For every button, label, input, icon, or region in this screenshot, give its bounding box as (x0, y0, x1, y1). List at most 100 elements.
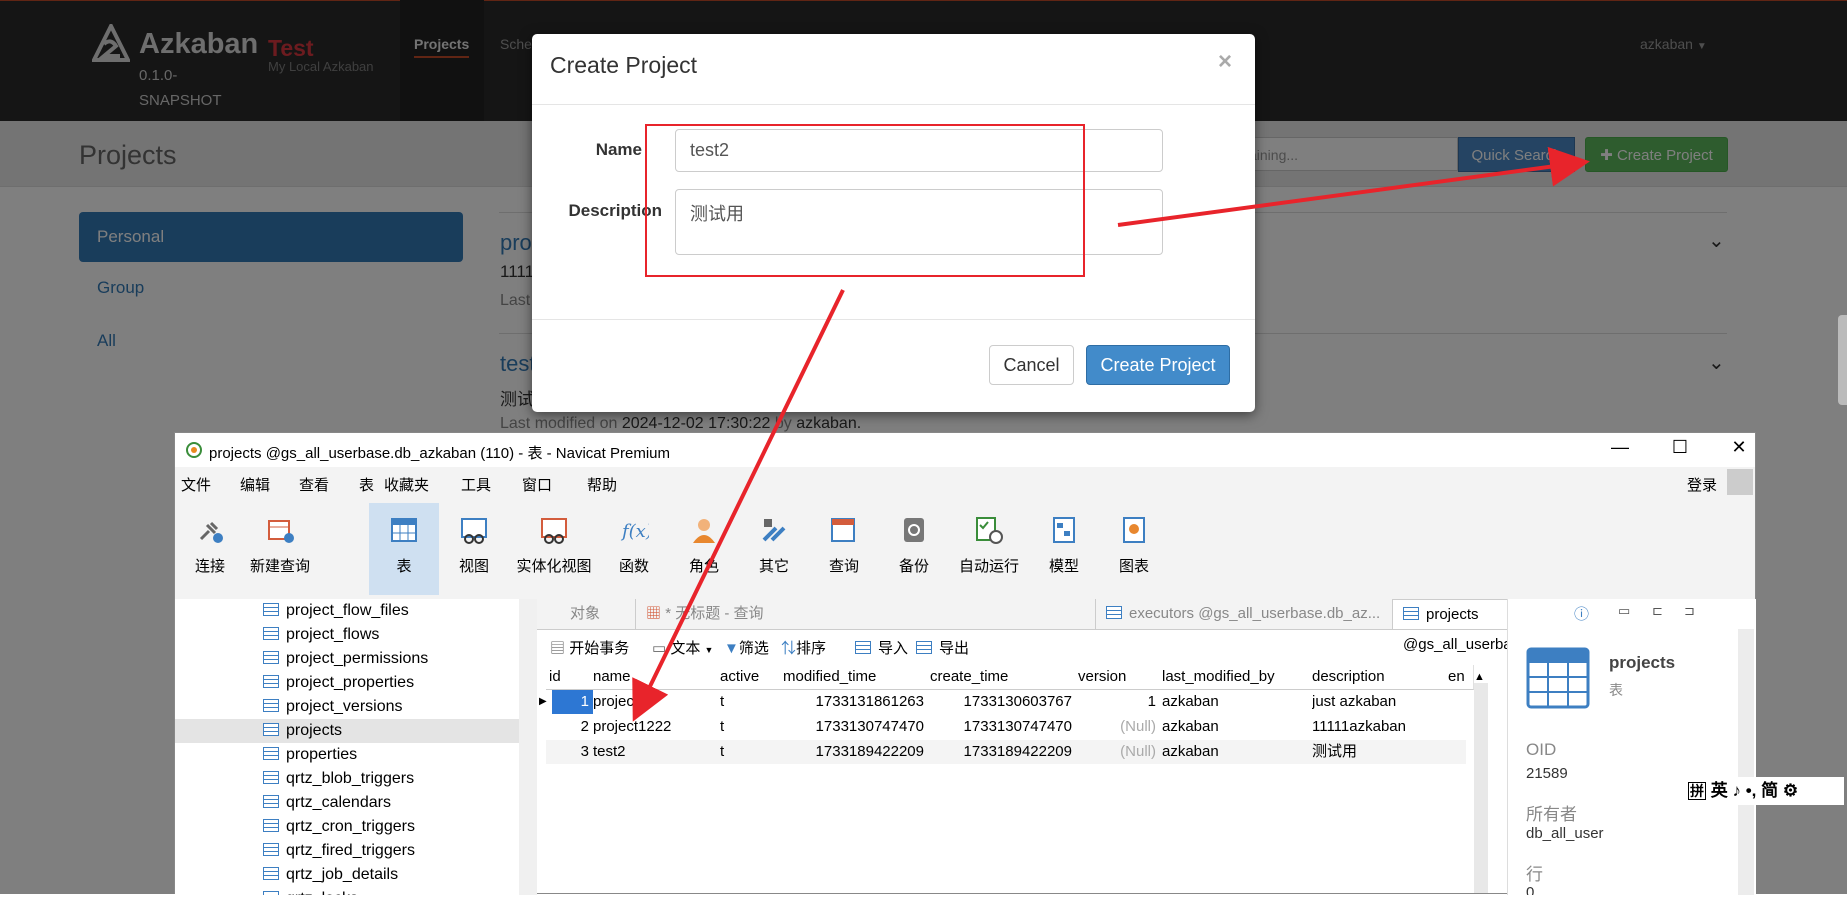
ime-simplified[interactable]: 简 (1761, 781, 1778, 800)
tree-item[interactable]: qrtz_cron_triggers (263, 815, 415, 839)
tab-untitled-query[interactable]: ▦ * 无标题 - 查询 (635, 599, 1095, 629)
tree-item[interactable]: project_versions (263, 695, 403, 719)
table-cell[interactable]: (Null) (1076, 740, 1156, 764)
column-header[interactable]: description (1310, 665, 1449, 690)
text-button[interactable]: ▭ 文本 ▼ (652, 637, 713, 658)
table-cell[interactable]: 测试用 (1312, 740, 1444, 764)
toolbar-backup[interactable]: 备份 (879, 503, 949, 595)
cancel-button[interactable]: Cancel (989, 345, 1074, 385)
table-cell[interactable]: t (720, 715, 780, 739)
table-cell[interactable]: just azkaban (1312, 690, 1444, 714)
tree-item-selected[interactable]: projects (263, 719, 342, 743)
table-cell[interactable]: 1 (1076, 690, 1156, 714)
table-cell[interactable]: 1733130747470 (781, 715, 924, 739)
column-header[interactable]: active (718, 665, 784, 690)
column-header[interactable]: last_modified_by (1160, 665, 1313, 690)
column-header[interactable]: name (591, 665, 721, 690)
tree-scrollbar[interactable] (519, 599, 537, 895)
table-cell[interactable]: azkaban (1162, 715, 1308, 739)
table-cell[interactable]: 1733189422209 (928, 740, 1072, 764)
tree-item[interactable]: qrtz_job_details (263, 863, 398, 887)
description-textarea[interactable]: 测试用 (675, 189, 1163, 255)
tree-item[interactable]: project_properties (263, 671, 414, 695)
sort-button[interactable]: ⇅排序 (781, 637, 826, 658)
toolbar-model[interactable]: 模型 (1029, 503, 1099, 595)
ime-toolbar[interactable]: 拼 英 ♪ •, 简 ⚙ (1676, 777, 1844, 805)
column-header[interactable]: modified_time (781, 665, 931, 690)
tab-objects[interactable]: 对象 (560, 599, 610, 629)
column-header[interactable]: create_time (928, 665, 1079, 690)
toolbar-view[interactable]: 视图 (439, 503, 509, 595)
edge-handle[interactable] (1838, 315, 1847, 405)
table-cell[interactable]: (Null) (1076, 715, 1156, 739)
table-cell[interactable]: project1 (593, 690, 718, 714)
table-cell[interactable]: 1733130747470 (928, 715, 1072, 739)
toolbar-query[interactable]: 查询 (809, 503, 879, 595)
info-scrollbar[interactable] (1738, 629, 1754, 895)
menu-table[interactable]: 表 (359, 474, 374, 495)
toolbar-function[interactable]: f(x) 函数 (599, 503, 669, 595)
toolbar-new-query[interactable]: 新建查询 (245, 503, 315, 595)
ime-moon-icon[interactable]: ♪ (1732, 781, 1741, 800)
toolbar-materialized-view[interactable]: 实体化视图 (509, 503, 599, 595)
table-cell[interactable]: t (720, 690, 780, 714)
toolbar-chart[interactable]: 图表 (1099, 503, 1169, 595)
avatar[interactable] (1727, 469, 1753, 495)
maximize-icon[interactable]: ☐ (1660, 437, 1700, 458)
import-button[interactable]: 导入 (855, 637, 908, 658)
tree-item[interactable]: qrtz_calendars (263, 791, 391, 815)
create-project-submit-button[interactable]: Create Project (1086, 345, 1230, 385)
table-cell[interactable]: test2 (593, 740, 718, 764)
table-cell[interactable]: azkaban (1162, 740, 1308, 764)
table-cell[interactable]: 1733131861263 (781, 690, 924, 714)
name-input[interactable]: test2 (675, 129, 1163, 172)
table-cell[interactable]: azkaban (1162, 690, 1308, 714)
tree-item[interactable]: project_flow_files (263, 599, 409, 623)
usage-icon[interactable]: ⊏ (1652, 603, 1663, 619)
toolbar-connect[interactable]: 连接 (175, 503, 245, 595)
close-window-icon[interactable]: ✕ (1719, 437, 1759, 458)
column-header[interactable]: id (546, 665, 595, 690)
tree-item[interactable]: properties (263, 743, 357, 767)
info-icon[interactable]: ⓘ (1574, 603, 1589, 624)
menu-window[interactable]: 窗口 (522, 474, 552, 495)
ime-english[interactable]: 英 (1711, 781, 1728, 800)
table-cell[interactable]: project1222 (593, 715, 718, 739)
tree-item[interactable]: project_flows (263, 623, 379, 647)
toolbar-automation[interactable]: 自动运行 (949, 503, 1029, 595)
tree-item[interactable]: project_permissions (263, 647, 428, 671)
table-cell[interactable]: 11111azkaban (1312, 715, 1444, 739)
login-link[interactable]: 登录 (1687, 474, 1717, 495)
table-cell[interactable]: 2 (552, 715, 593, 739)
grid-scrollbar[interactable] (1474, 683, 1488, 893)
menu-tools[interactable]: 工具 (461, 474, 491, 495)
ddl-icon[interactable]: ▭ (1618, 603, 1630, 619)
toolbar-table[interactable]: 表 (369, 503, 439, 595)
export-button[interactable]: 导出 (916, 637, 969, 658)
tree-item[interactable]: qrtz_blob_triggers (263, 767, 414, 791)
table-cell[interactable]: 3 (552, 740, 593, 764)
ime-pinyin[interactable]: 拼 (1688, 782, 1706, 800)
tab-executors[interactable]: executors @gs_all_userbase.db_az... (1095, 599, 1392, 629)
close-icon[interactable]: × (1218, 48, 1232, 76)
ime-punctuation[interactable]: •, (1746, 781, 1757, 800)
tree-item[interactable]: qrtz_fired_triggers (263, 839, 415, 863)
table-cell[interactable]: t (720, 740, 780, 764)
menu-view[interactable]: 查看 (299, 474, 329, 495)
filter-button[interactable]: ▼筛选 (724, 637, 769, 658)
column-header[interactable]: en (1446, 665, 1474, 690)
menu-favorites[interactable]: 收藏夹 (384, 474, 429, 495)
menu-edit[interactable]: 编辑 (240, 474, 270, 495)
begin-transaction-button[interactable]: ▤ 开始事务 (550, 637, 629, 658)
layout-icon[interactable]: ⊐ (1684, 603, 1695, 619)
ime-settings-icon[interactable]: ⚙ (1783, 781, 1798, 800)
table-cell[interactable]: 1 (552, 690, 593, 714)
toolbar-other[interactable]: 其它 (739, 503, 809, 595)
table-cell[interactable]: 1733130603767 (928, 690, 1072, 714)
toolbar-role[interactable]: 角色 (669, 503, 739, 595)
menu-file[interactable]: 文件 (181, 474, 211, 495)
column-header[interactable]: version (1076, 665, 1163, 690)
table-cell[interactable]: 1733189422209 (781, 740, 924, 764)
menu-help[interactable]: 帮助 (587, 474, 617, 495)
minimize-icon[interactable]: — (1600, 437, 1640, 458)
